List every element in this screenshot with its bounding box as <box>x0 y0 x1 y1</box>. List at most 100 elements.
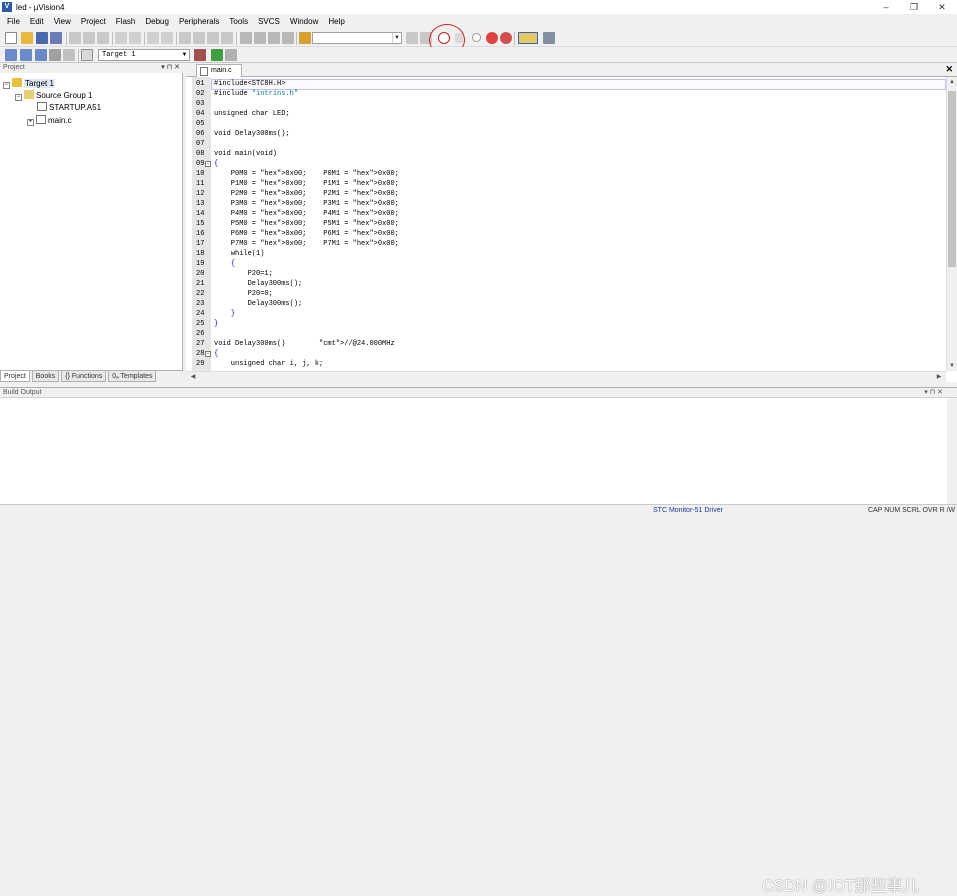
uncomment-icon[interactable] <box>282 32 294 44</box>
project-panel: Project ▾ ⊓ ✕ − Target 1 − Source Group 1 … <box>0 63 183 382</box>
batch-build-icon[interactable] <box>49 49 61 61</box>
stop-build-icon[interactable] <box>63 49 75 61</box>
target-select[interactable]: Target 1 ▼ <box>98 49 190 61</box>
translate-icon[interactable] <box>5 49 17 61</box>
menu-file[interactable]: File <box>2 14 25 29</box>
tab-project[interactable]: Project <box>0 371 30 382</box>
uvision-icon: V <box>2 2 12 12</box>
file-icon <box>36 115 46 124</box>
find-in-files-icon[interactable] <box>299 32 311 44</box>
build-output-header: Build Output ▾ ⊓ ✕ <box>0 388 957 398</box>
save-icon[interactable] <box>36 32 48 44</box>
status-indicators: CAP NUM SCRL OVR R /W <box>868 507 956 514</box>
collapse-icon[interactable]: − <box>15 94 22 101</box>
bookmark-icon[interactable] <box>179 32 191 44</box>
scroll-left-icon[interactable]: ◀ <box>188 372 198 382</box>
code-line: } <box>214 320 219 328</box>
copy-icon[interactable] <box>83 32 95 44</box>
menu-svcs[interactable]: SVCS <box>253 14 285 29</box>
find-combo[interactable]: ▼ <box>312 32 402 44</box>
horizontal-scrollbar[interactable]: ◀ ▶ <box>186 371 946 382</box>
clear-bookmarks-icon[interactable] <box>221 32 233 44</box>
line-number: 23 <box>196 300 205 308</box>
nav-forward-icon[interactable] <box>161 32 173 44</box>
nav-back-icon[interactable] <box>147 32 159 44</box>
chevron-down-icon[interactable]: ▼ <box>180 50 189 60</box>
close-button[interactable]: ✕ <box>928 0 956 14</box>
tree-item-target[interactable]: − Target 1 <box>3 78 55 89</box>
download-icon[interactable] <box>81 49 93 61</box>
chevron-down-icon[interactable]: ▼ <box>392 33 401 43</box>
minimize-button[interactable]: – <box>872 0 900 14</box>
paste-icon[interactable] <box>97 32 109 44</box>
line-number: 26 <box>196 330 205 338</box>
collapse-icon[interactable]: − <box>3 82 10 89</box>
new-file-icon[interactable] <box>5 32 17 44</box>
fold-icon[interactable]: − <box>205 161 211 167</box>
cut-icon[interactable] <box>69 32 81 44</box>
line-number: 07 <box>196 140 205 148</box>
scroll-right-icon[interactable]: ▶ <box>934 372 944 382</box>
menu-window[interactable]: Window <box>285 14 323 29</box>
undo-icon[interactable] <box>115 32 127 44</box>
close-icon[interactable]: ✕ <box>945 64 953 75</box>
target-options-icon[interactable] <box>194 49 206 61</box>
scroll-down-icon[interactable]: ▼ <box>947 361 957 371</box>
line-number: 25 <box>196 320 205 328</box>
restore-button[interactable]: ❐ <box>900 0 928 14</box>
line-number: 04 <box>196 110 205 118</box>
redo-icon[interactable] <box>129 32 141 44</box>
menu-help[interactable]: Help <box>323 14 349 29</box>
file-toolbar: ▼ <box>0 29 957 47</box>
next-bookmark-icon[interactable] <box>207 32 219 44</box>
code-line: #include "intrins.h" <box>214 90 299 98</box>
kill-breakpoints-icon[interactable] <box>500 32 512 44</box>
prev-bookmark-icon[interactable] <box>193 32 205 44</box>
fold-icon[interactable]: − <box>205 351 211 357</box>
code-area[interactable]: 01 #include<STC8H.H> 02 #include "intrins.h… <box>186 77 946 371</box>
code-line: P20=0; <box>214 290 273 298</box>
menu-debug[interactable]: Debug <box>140 14 174 29</box>
scroll-up-icon[interactable]: ▲ <box>947 77 957 87</box>
configure-icon[interactable] <box>543 32 555 44</box>
tab-main-c[interactable]: main.c <box>196 64 242 77</box>
select-packs-icon[interactable] <box>225 49 237 61</box>
tree-item-source-group[interactable]: − Source Group 1 <box>15 90 92 101</box>
find-icon[interactable] <box>406 32 418 44</box>
save-all-icon[interactable] <box>50 32 62 44</box>
menu-project[interactable]: Project <box>76 14 111 29</box>
disable-breakpoint-icon[interactable] <box>486 32 498 44</box>
enable-breakpoint-icon[interactable] <box>472 33 481 42</box>
menu-tools[interactable]: Tools <box>224 14 253 29</box>
rebuild-icon[interactable] <box>35 49 47 61</box>
line-number: 08 <box>196 150 205 158</box>
tree-item-main-c[interactable]: + main.c <box>27 115 72 126</box>
manage-components-icon[interactable] <box>211 49 223 61</box>
open-file-icon[interactable] <box>21 32 33 44</box>
panel-controls[interactable]: ▾ ⊓ ✕ <box>161 63 180 73</box>
comment-icon[interactable] <box>268 32 280 44</box>
panel-controls[interactable]: ▾ ⊓ ✕ <box>924 388 943 398</box>
tab-books[interactable]: Books <box>31 371 60 382</box>
tab-functions[interactable]: {} Functions <box>61 371 107 382</box>
vertical-scrollbar[interactable] <box>947 398 957 505</box>
window-layout-icon[interactable] <box>518 32 538 44</box>
menu-peripherals[interactable]: Peripherals <box>174 14 224 29</box>
target-icon <box>12 78 22 87</box>
expand-icon[interactable]: + <box>27 119 34 126</box>
unindent-icon[interactable] <box>254 32 266 44</box>
menu-view[interactable]: View <box>49 14 76 29</box>
line-number: 01 <box>196 80 205 88</box>
indent-icon[interactable] <box>240 32 252 44</box>
separator <box>112 32 113 45</box>
vertical-scrollbar[interactable]: ▲ ▼ <box>946 77 957 371</box>
code-line: P6M0 = "hex">0x00; P6M1 = "hex">0x00; <box>214 230 399 238</box>
code-line: P7M0 = "hex">0x00; P7M1 = "hex">0x00; <box>214 240 399 248</box>
menu-edit[interactable]: Edit <box>25 14 49 29</box>
menu-flash[interactable]: Flash <box>111 14 141 29</box>
tree-item-startup[interactable]: STARTUP.A51 <box>37 102 101 113</box>
build-icon[interactable] <box>20 49 32 61</box>
line-number: 17 <box>196 240 205 248</box>
scrollbar-thumb[interactable] <box>948 91 956 267</box>
tab-templates[interactable]: 0ₐ Templates <box>108 371 157 382</box>
